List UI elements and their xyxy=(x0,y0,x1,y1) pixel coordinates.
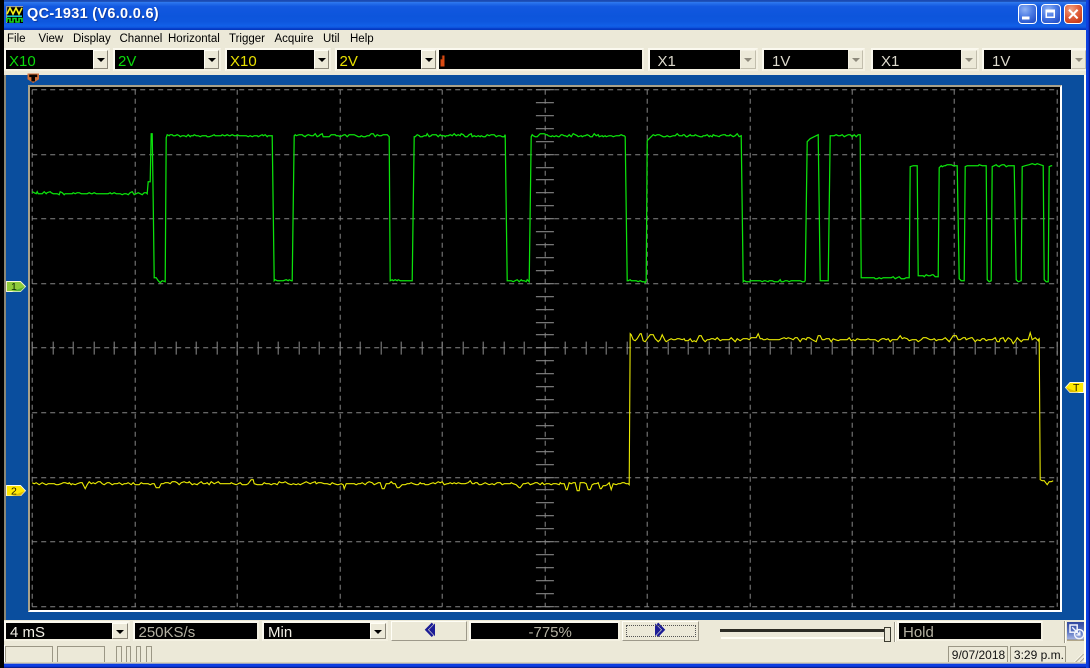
svg-text:2: 2 xyxy=(11,485,17,496)
svg-text:1: 1 xyxy=(11,281,17,292)
svg-text:T: T xyxy=(1073,382,1080,393)
